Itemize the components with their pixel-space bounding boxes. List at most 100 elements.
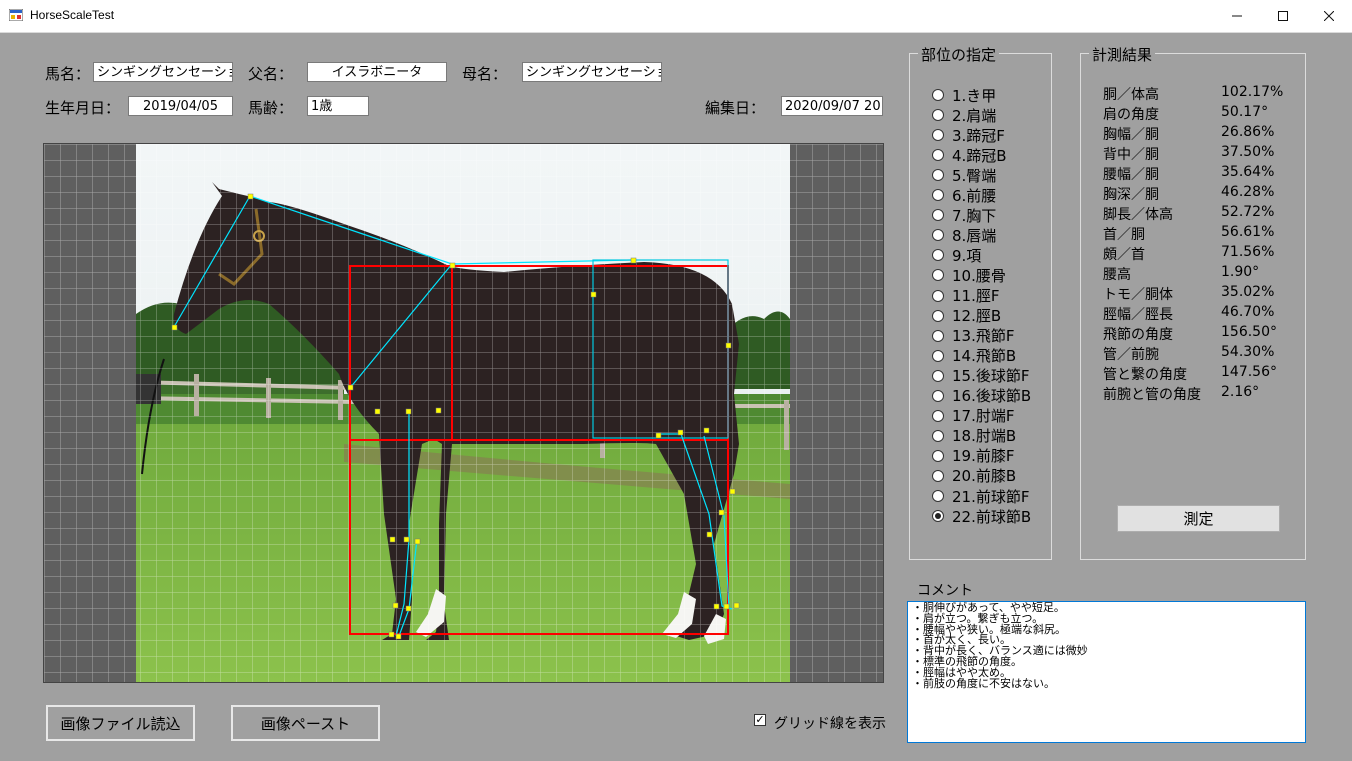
part-radio-22[interactable]: 22.前球節B [932, 506, 1031, 526]
radio-indicator[interactable] [932, 329, 944, 342]
result-label: 脚長／体高 [1103, 207, 1173, 223]
part-radio-1[interactable]: 1.き甲 [932, 85, 996, 105]
part-radio-14[interactable]: 14.飛節B [932, 346, 1016, 366]
part-radio-6[interactable]: 6.前腰 [932, 185, 996, 205]
part-radio-21[interactable]: 21.前球節F [932, 486, 1029, 506]
maximize-button[interactable] [1260, 0, 1306, 32]
radio-indicator[interactable] [932, 469, 944, 482]
radio-indicator[interactable] [932, 490, 944, 502]
radio-indicator[interactable] [932, 89, 944, 101]
result-label: トモ／胴体 [1103, 287, 1173, 303]
result-value: 50.17° [1221, 104, 1269, 120]
sire-label: 父名： [248, 65, 294, 83]
result-label: 首／胴 [1103, 227, 1145, 243]
radio-indicator[interactable] [932, 129, 944, 142]
part-radio-label: 8.唇端 [952, 226, 997, 245]
result-label: 脛幅／脛長 [1103, 307, 1173, 323]
horse-name-label: 馬名： [45, 65, 91, 83]
part-radio-8[interactable]: 8.唇端 [932, 225, 996, 245]
result-value: 2.16° [1221, 384, 1260, 400]
part-radio-3[interactable]: 3.蹄冠F [932, 125, 1005, 145]
result-value: 156.50° [1221, 324, 1277, 340]
dam-label: 母名： [462, 65, 508, 83]
part-radio-12[interactable]: 12.脛B [932, 306, 1001, 326]
radio-indicator[interactable] [932, 289, 944, 302]
part-radio-10[interactable]: 10.腰骨 [932, 265, 1006, 285]
radio-indicator[interactable] [932, 169, 944, 182]
radio-indicator[interactable] [932, 209, 944, 222]
radio-indicator[interactable] [932, 409, 944, 422]
part-radio-9[interactable]: 9.項 [932, 245, 981, 265]
radio-indicator[interactable] [932, 369, 944, 382]
minimize-icon [1232, 15, 1242, 17]
part-radio-label: 1.き甲 [952, 86, 997, 105]
result-label: 肩の角度 [1103, 107, 1159, 123]
horse-canvas[interactable] [44, 144, 884, 683]
part-radio-label: 2.肩端 [952, 106, 997, 125]
result-label: 前腕と管の角度 [1103, 387, 1201, 403]
part-radio-11[interactable]: 11.脛F [932, 286, 999, 306]
part-radio-label: 7.胸下 [952, 206, 997, 225]
dam-field[interactable]: シンギングセンセーション [522, 62, 662, 82]
part-radio-18[interactable]: 18.肘端B [932, 426, 1016, 446]
radio-indicator[interactable] [932, 249, 944, 262]
part-radio-label: 19.前膝F [952, 447, 1015, 466]
measure-button[interactable]: 測定 [1117, 505, 1280, 532]
radio-indicator[interactable] [932, 349, 944, 362]
parts-group: 部位の指定 1.き甲 2.肩端 3.蹄冠F 4.蹄冠B 5.臀端 6.前腰 7.胸下 8.唇端… [909, 44, 1052, 560]
radio-indicator[interactable] [932, 389, 944, 402]
title-bar: HorseScaleTest [0, 0, 1352, 33]
sire-field[interactable]: イスラボニータ [307, 62, 447, 82]
grid-lines [44, 144, 883, 682]
result-value: 54.30% [1221, 344, 1275, 360]
part-radio-19[interactable]: 19.前膝F [932, 446, 1014, 466]
radio-indicator[interactable] [932, 309, 944, 322]
radio-indicator[interactable] [932, 149, 944, 162]
close-button[interactable] [1306, 0, 1352, 32]
grid-checkbox-label[interactable]: グリッド線を表示 [774, 713, 886, 733]
radio-indicator[interactable] [932, 229, 944, 242]
result-label: 胸深／胴 [1103, 187, 1159, 203]
radio-indicator[interactable] [932, 189, 944, 202]
result-label: 管／前腕 [1103, 347, 1159, 363]
maximize-icon [1278, 11, 1288, 21]
radio-indicator[interactable] [932, 269, 944, 282]
result-value: 35.64% [1221, 164, 1275, 180]
part-radio-16[interactable]: 16.後球節B [932, 386, 1031, 406]
radio-indicator[interactable] [932, 429, 944, 442]
age-field[interactable]: 1歳 [307, 96, 369, 116]
part-radio-15[interactable]: 15.後球節F [932, 366, 1029, 386]
horse-picture-box[interactable] [43, 143, 884, 683]
result-label: 管と繋の角度 [1103, 367, 1187, 383]
result-value: 46.70% [1221, 304, 1275, 320]
horse-name-field[interactable]: シンギングセンセーションの' [93, 62, 233, 82]
result-value: 52.72% [1221, 204, 1275, 220]
part-radio-2[interactable]: 2.肩端 [932, 105, 996, 125]
part-radio-label: 6.前腰 [952, 186, 997, 205]
part-radio-label: 20.前膝B [952, 467, 1017, 486]
results-group: 計測結果 胴／体高 102.17% 肩の角度 50.17° 胸幅／胴 26.86% 背中／胴… [1080, 44, 1306, 560]
part-radio-label: 14.飛節B [952, 347, 1017, 366]
radio-indicator[interactable] [932, 449, 944, 462]
part-radio-13[interactable]: 13.飛節F [932, 326, 1014, 346]
edit-date-label: 編集日： [705, 99, 766, 117]
part-radio-20[interactable]: 20.前膝B [932, 466, 1016, 486]
comment-textarea[interactable]: ・胴伸びがあって、やや短足。 ・肩が立つ。繋ぎも立つ。 ・腰幅やや狭い。極端な斜尻。… [907, 601, 1306, 743]
part-radio-17[interactable]: 17.肘端F [932, 406, 1014, 426]
load-image-button[interactable]: 画像ファイル読込 [46, 705, 195, 741]
part-radio-4[interactable]: 4.蹄冠B [932, 145, 1007, 165]
close-icon [1324, 11, 1334, 21]
birthdate-field[interactable]: 2019/04/05 [128, 96, 233, 116]
result-value: 1.90° [1221, 264, 1260, 280]
radio-indicator[interactable] [932, 109, 944, 122]
radio-indicator[interactable] [932, 510, 944, 523]
part-radio-7[interactable]: 7.胸下 [932, 205, 996, 225]
minimize-button[interactable] [1214, 0, 1260, 32]
part-radio-5[interactable]: 5.臀端 [932, 165, 996, 185]
edit-date-field[interactable]: 2020/09/07 20 [781, 96, 883, 116]
paste-image-button[interactable]: 画像ペースト [231, 705, 380, 741]
result-label: 胴／体高 [1103, 87, 1159, 103]
result-value: 26.86% [1221, 124, 1275, 140]
result-label: 腰幅／胴 [1103, 167, 1159, 183]
grid-checkbox[interactable]: ✓ [754, 714, 766, 726]
